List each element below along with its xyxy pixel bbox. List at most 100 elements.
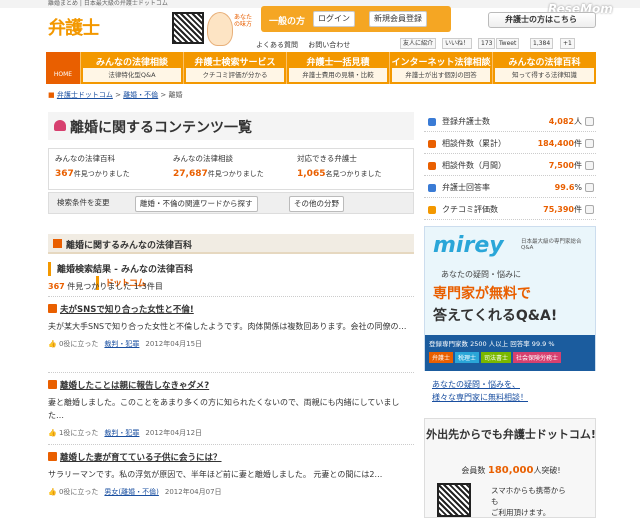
article-date: 2012年04月07日	[164, 488, 222, 496]
lawyer-login-button[interactable]: 弁護士の方はこちら	[488, 12, 596, 28]
stat-count: 367	[55, 169, 74, 179]
qr-code-icon	[437, 483, 471, 517]
like-button[interactable]: いいね！	[442, 38, 473, 49]
chip-lawyer: 弁護士	[429, 352, 454, 363]
article-link[interactable]: 夫がSNSで知り合った女性と不倫!	[48, 303, 414, 315]
global-nav: HOME みんなの法律相談 法律特化型Q&A 弁護士検索サービス クチコミ評価が分か…	[46, 52, 596, 84]
right-stat-value: 4,082	[548, 117, 574, 126]
login-button[interactable]: ログイン	[313, 11, 355, 27]
stat-lawyers[interactable]: 対応できる弁護士 1,065名見つかりました	[297, 153, 381, 179]
person-icon	[428, 184, 436, 192]
category-tag[interactable]: 裁判・犯罪	[104, 429, 139, 437]
help-icon[interactable]	[585, 117, 594, 126]
nav-home[interactable]: HOME	[46, 52, 80, 84]
mobile-promo-title: 外出先からでも弁護士ドットコム!	[426, 428, 596, 441]
article-desc: 夫が某大手SNSで知り合った女性と不倫したようです。肉体関係は複数回あります。会…	[48, 322, 407, 331]
share-button[interactable]: 友人に紹介	[400, 38, 437, 49]
result-count-text: 件見つかりました 1-3件目	[67, 282, 163, 291]
nav-item-title: 弁護士一括見積	[306, 58, 370, 68]
help-icon[interactable]	[585, 139, 594, 148]
stat-label: 対応できる弁護士	[297, 154, 357, 163]
stats-panel: みんなの法律百科 367件見つかりました みんなの法律相談 27,687件見つかりま…	[48, 148, 414, 190]
mirey-link-line2: 様々な専門家に無料相談！	[432, 393, 528, 402]
page-title: 離婚に関するコンテンツ一覧	[70, 120, 252, 136]
chip-scrivener: 司法書士	[481, 352, 512, 363]
logo-main: 弁護士	[48, 18, 100, 39]
article-date: 2012年04月15日	[145, 340, 203, 348]
help-icon[interactable]	[585, 161, 594, 170]
mirey-link-line1: あなたの疑問・悩みを、	[432, 380, 520, 389]
category-tag[interactable]: 男女(離婚・不倫)	[104, 488, 158, 496]
mirey-link[interactable]: あなたの疑問・悩みを、 様々な専門家に無料相談！	[432, 378, 528, 404]
right-stat-unit: 件	[574, 139, 582, 148]
chat-icon	[428, 140, 436, 148]
nav-item-sub: 知って得する法律知識	[495, 68, 594, 82]
stat-unit: 件見つかりました	[207, 170, 264, 178]
right-stat-label: 相談件数（累計）	[442, 139, 506, 148]
page-title-box: 離婚に関するコンテンツ一覧	[48, 112, 414, 140]
contact-link[interactable]: お問い合わせ	[308, 41, 350, 49]
stat-count: 27,687	[173, 169, 208, 179]
home-icon: ■	[48, 91, 55, 99]
stat-unit: 名見つかりました	[325, 170, 382, 178]
mobile-note-2: も	[491, 497, 499, 506]
nav-item-qa[interactable]: みんなの法律相談 法律特化型Q&A	[80, 52, 183, 84]
article-link[interactable]: 離婚したことは親に報告しなきゃダメ?	[48, 379, 414, 391]
section-title: 離婚に関するみんなの法律百科	[66, 241, 193, 251]
mirey-banner[interactable]: mirey 日本最大級の専門家総合Q&A あなたの疑問・悩みに 専門家が無料で …	[424, 226, 596, 371]
category-tag[interactable]: 裁判・犯罪	[104, 340, 139, 348]
tweet-button[interactable]: Tweet	[496, 38, 520, 49]
chip-labor: 社会保険労務士	[513, 352, 562, 363]
site-logo[interactable]: 弁護士 ドットコム	[48, 14, 146, 290]
help-icon[interactable]	[585, 183, 594, 192]
right-stat-unit: %	[574, 183, 582, 192]
stat-encyclopedia[interactable]: みんなの法律百科 367件見つかりました	[55, 153, 130, 179]
stat-unit: 件見つかりました	[73, 170, 130, 178]
members-unit: 人突破!	[533, 466, 561, 475]
thumbs-up-icon[interactable]: 👍	[48, 488, 57, 496]
mirey-caption: 日本最大級の専門家総合Q&A	[521, 239, 582, 251]
stat-qa[interactable]: みんなの法律相談 27,687件見つかりました	[173, 153, 264, 179]
faq-link[interactable]: よくある質問	[256, 41, 298, 49]
breadcrumb-item[interactable]: 弁護士ドットコム	[57, 91, 113, 99]
book-icon	[53, 239, 62, 248]
plus-one-button[interactable]: +1	[560, 38, 575, 49]
nav-item-internet[interactable]: インターネット法律相談 弁護士が出す個別の回答	[389, 52, 492, 84]
nav-item-encyclopedia[interactable]: みんなの法律百科 知って得する法律知識	[492, 52, 596, 84]
members-count: 180,000	[487, 465, 534, 476]
list-item: 夫がSNSで知り合った女性と不倫! 夫が某大手SNSで知り合った女性と不倫したよ…	[48, 296, 414, 349]
article-link[interactable]: 離婚した妻が育てている子供に会うには？	[48, 451, 414, 463]
article-desc: 妻と離婚しました。このことをあまり多くの方に知られたくないので、両親にも内緒にし…	[48, 398, 400, 420]
article-desc: サラリーマンです。私の浮気が原因で、半年ほど前に妻と離婚しました。 元妻との間に…	[48, 470, 383, 479]
chat-icon	[428, 162, 436, 170]
other-fields-button[interactable]: その他の分野	[289, 196, 344, 212]
breadcrumb-item[interactable]: 離婚・不倫	[123, 91, 158, 99]
qr-code-icon	[172, 12, 204, 44]
related-words-button[interactable]: 離婚・不倫の関連ワードから探す	[135, 196, 258, 212]
nav-item-sub: 法律特化型Q&A	[83, 68, 181, 82]
thumbs-up-icon[interactable]: 👍	[48, 340, 57, 348]
broken-heart-icon	[54, 120, 66, 131]
mirey-bottom-text: 登録専門家数 2500 人以上 回答率 99.9 %	[429, 340, 555, 348]
list-item: 離婚した妻が育てている子供に会うには？ サラリーマンです。私の浮気が原因で、半年…	[48, 444, 414, 497]
help-icon[interactable]	[585, 205, 594, 214]
nav-item-search[interactable]: 弁護士検索サービス クチコミ評価が分かる	[183, 52, 286, 84]
right-stat-monthly: 相談件数（月間） 7,500件	[424, 156, 596, 176]
nav-item-title: インターネット法律相談	[391, 58, 491, 68]
like-count: 173	[478, 38, 496, 49]
nav-item-title: みんなの法律百科	[508, 58, 581, 68]
right-stat-reviews: クチコミ評価数 75,390件	[424, 200, 596, 220]
right-stat-unit: 件	[574, 205, 582, 214]
nav-item-estimate[interactable]: 弁護士一括見積 弁護士費用の見積・比較	[286, 52, 389, 84]
change-search-button[interactable]: 検索条件を変更	[53, 196, 114, 212]
section-header: 離婚に関するみんなの法律百科	[48, 234, 414, 254]
register-button[interactable]: 新規会員登録	[369, 11, 427, 27]
mobile-promo: 外出先からでも弁護士ドットコム! 会員数 180,000人突破! スマホからも携…	[424, 418, 596, 518]
stat-label: みんなの法律相談	[173, 154, 233, 163]
breadcrumb-current: 離婚	[168, 91, 183, 99]
result-count-number: 367	[48, 282, 65, 291]
thumbs-up-icon[interactable]: 👍	[48, 429, 57, 437]
vote-label: 役に立った	[63, 429, 99, 437]
article-date: 2012年04月12日	[145, 429, 203, 437]
right-stat-label: 相談件数（月間）	[442, 161, 506, 170]
